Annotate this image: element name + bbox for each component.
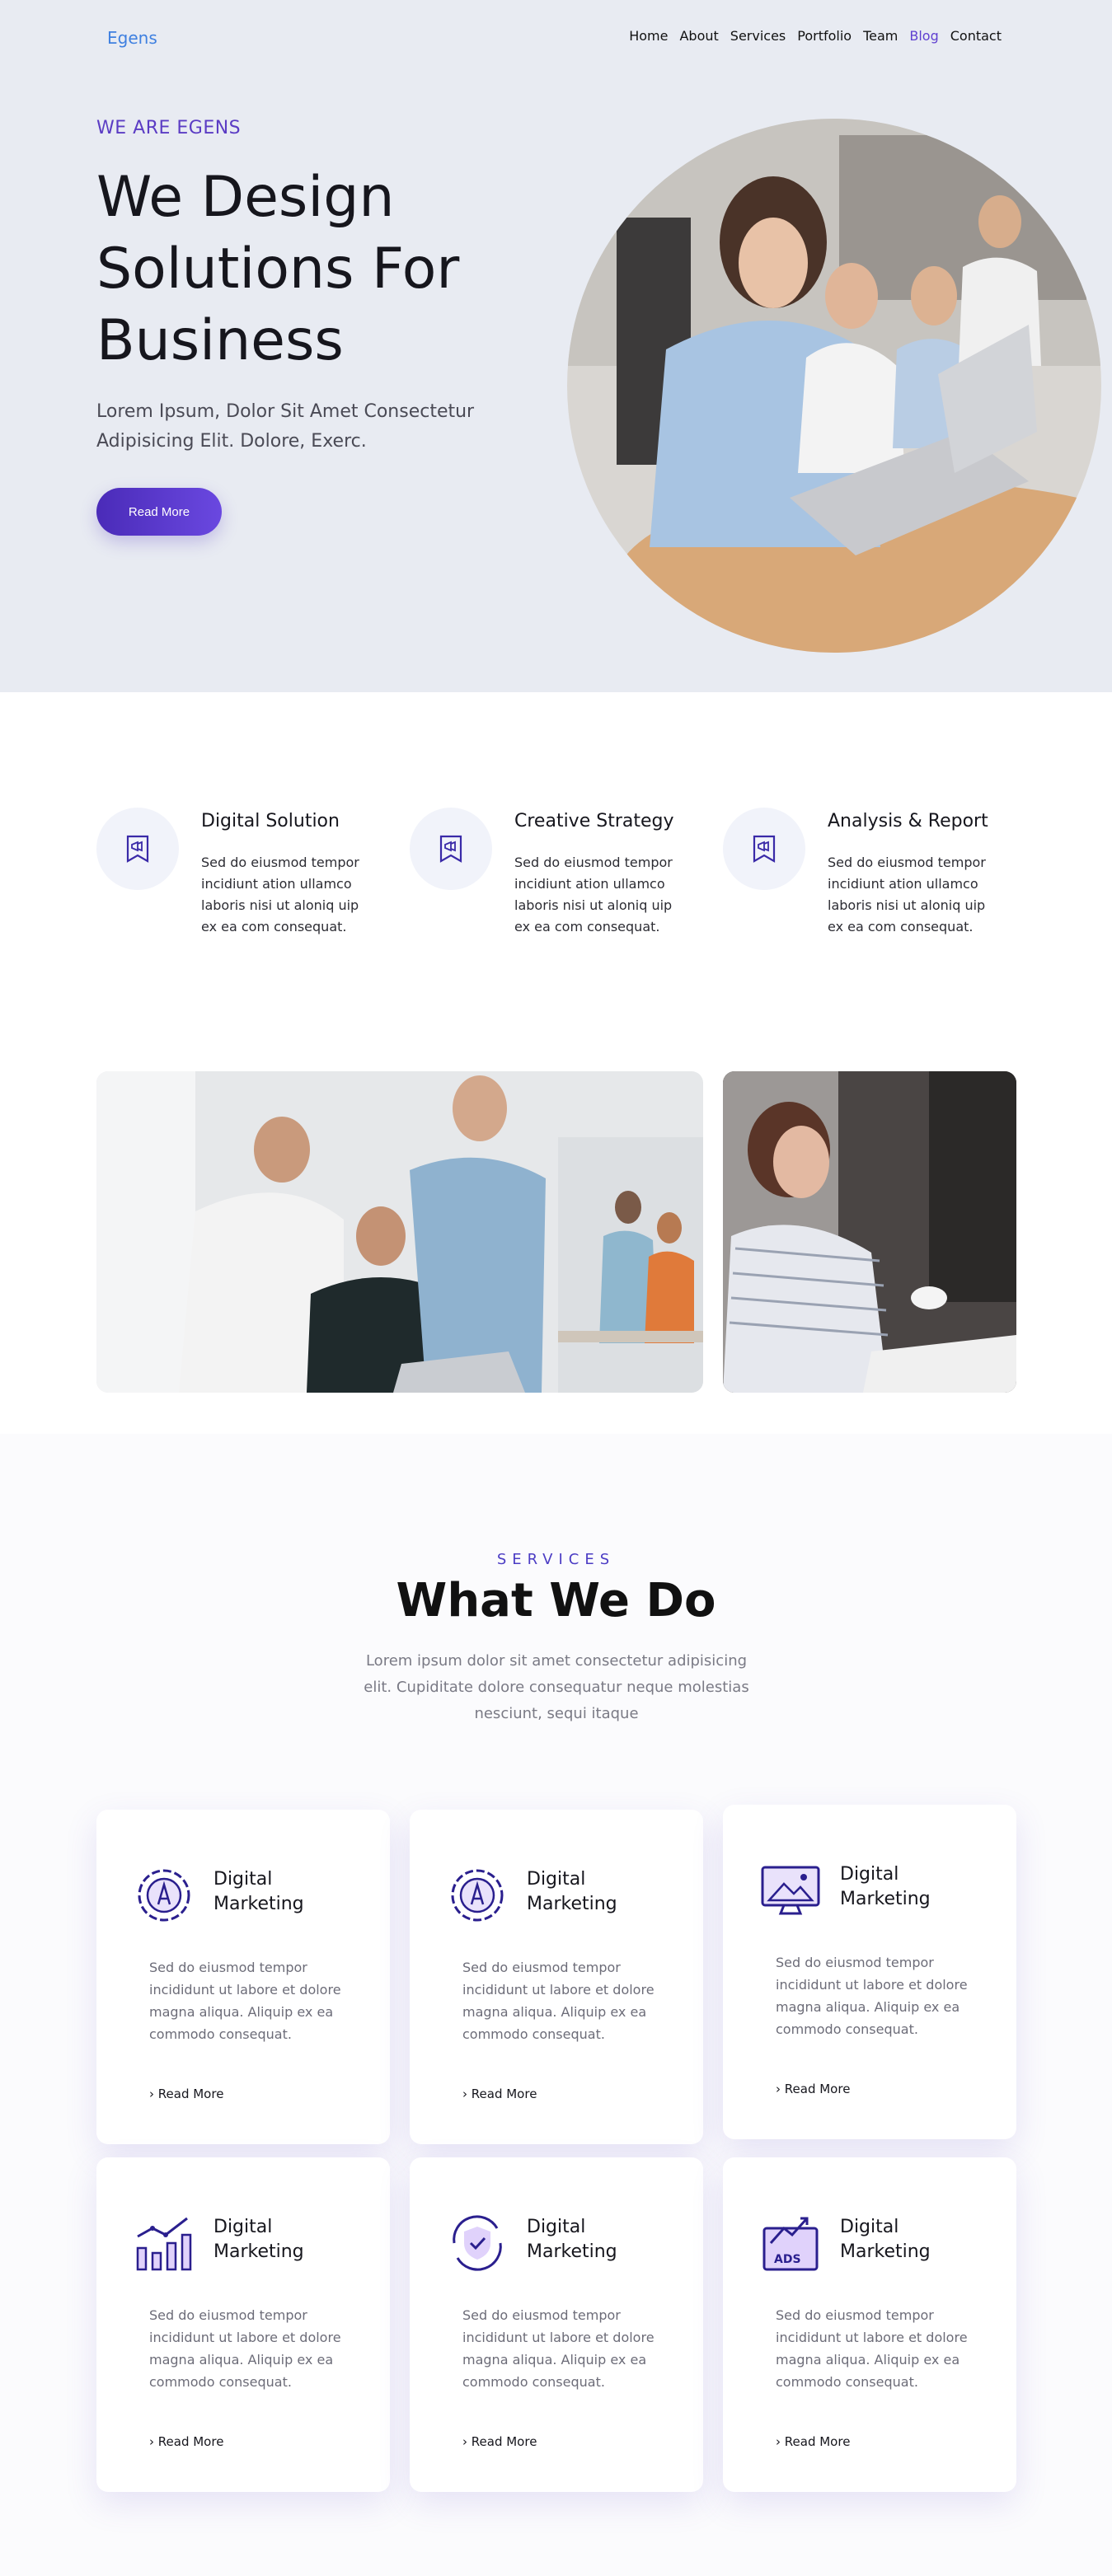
service-read-more-link[interactable]: › Read More [462, 2087, 537, 2101]
bar-chart-growth-icon [136, 2217, 192, 2271]
service-card-title: Digital Marketing [527, 1869, 617, 1914]
gear-pen-icon [138, 1869, 190, 1922]
service-card-text: Sed do eiusmod tempor incididunt ut labo… [776, 2307, 968, 2390]
service-card: Digital Marketing Sed do eiusmod tempor … [410, 1810, 703, 2144]
team-meeting-photo [96, 1071, 703, 1393]
feature-creative-strategy: Creative Strategy Sed do eiusmod tempor … [410, 808, 715, 956]
feature-text: Sed do eiusmod tempor incidiunt ation ul… [201, 855, 359, 934]
services-subtitle: Lorem ipsum dolor sit amet consectetur a… [364, 1652, 749, 1722]
feature-analysis-report: Analysis & Report Sed do eiusmod tempor … [723, 808, 1028, 956]
feature-title: Analysis & Report [828, 811, 988, 831]
feature-title: Digital Solution [201, 811, 340, 831]
shield-check-icon [453, 2215, 502, 2271]
nav-home[interactable]: Home [629, 28, 668, 44]
nav-services[interactable]: Services [730, 28, 786, 44]
service-card: Digital Marketing Sed do eiusmod tempor … [96, 2157, 390, 2492]
hero-eyebrow: WE ARE EGENS [96, 118, 242, 138]
hero-subtitle: Lorem Ipsum, Dolor Sit Amet Consectetur … [96, 401, 475, 452]
service-card-text: Sed do eiusmod tempor incididunt ut labo… [462, 1960, 655, 2042]
service-read-more-link[interactable]: › Read More [149, 2087, 223, 2101]
service-card-text: Sed do eiusmod tempor incididunt ut labo… [776, 1955, 968, 2037]
megaphone-ribbon-icon [126, 835, 149, 863]
hero-title: We Design Solutions For Business [96, 165, 460, 373]
chevron-right-icon: › [776, 2082, 785, 2096]
hero-section: Egens Home About Services Portfolio Team… [0, 0, 1112, 692]
gear-pen-icon [451, 1869, 504, 1922]
nav-blog[interactable]: Blog [909, 28, 938, 44]
chevron-right-icon: › [776, 2434, 785, 2449]
main-menu: Home About Services Portfolio Team Blog … [629, 28, 1002, 44]
read-more-label: Read More [784, 2082, 851, 2096]
read-more-label: Read More [157, 2087, 224, 2101]
service-card-title: Digital Marketing [840, 1864, 931, 1909]
hero-read-more-button[interactable]: Read More [96, 488, 222, 536]
service-card: Digital Marketing Sed do eiusmod tempor … [723, 1805, 1016, 2139]
gallery-section [0, 1055, 1112, 1434]
nav-portfolio[interactable]: Portfolio [797, 28, 852, 44]
feature-icon-circle [410, 808, 492, 890]
feature-text: Sed do eiusmod tempor incidiunt ation ul… [828, 855, 986, 934]
feature-icon-circle [723, 808, 805, 890]
chevron-right-icon: › [149, 2087, 158, 2101]
service-read-more-link[interactable]: › Read More [776, 2434, 850, 2449]
features-section: Digital Solution Sed do eiusmod tempor i… [0, 692, 1112, 1055]
read-more-label: Read More [157, 2434, 224, 2449]
nav-contact[interactable]: Contact [950, 28, 1002, 44]
chevron-right-icon: › [462, 2087, 472, 2101]
feature-icon-circle [96, 808, 179, 890]
service-card: Digital Marketing Sed do eiusmod tempor … [96, 1810, 390, 2144]
hero-team-photo [567, 119, 1101, 653]
read-more-label: Read More [471, 2434, 537, 2449]
service-card-title: Digital Marketing [527, 2217, 617, 2262]
chevron-right-icon: › [462, 2434, 472, 2449]
feature-title: Creative Strategy [514, 811, 674, 831]
monitor-image-icon [761, 1866, 820, 1915]
logo[interactable]: Egens [107, 28, 157, 48]
chevron-right-icon: › [149, 2434, 158, 2449]
service-card-text: Sed do eiusmod tempor incididunt ut labo… [462, 2307, 655, 2390]
feature-text: Sed do eiusmod tempor incidiunt ation ul… [514, 855, 673, 934]
ads-growth-icon: ADS [762, 2217, 819, 2271]
nav-about[interactable]: About [679, 28, 718, 44]
service-card-title: Digital Marketing [213, 2217, 304, 2262]
top-nav: Egens Home About Services Portfolio Team… [0, 0, 1112, 74]
read-more-label: Read More [471, 2087, 537, 2101]
service-card-title: Digital Marketing [840, 2217, 931, 2262]
megaphone-ribbon-icon [439, 835, 462, 863]
service-card-text: Sed do eiusmod tempor incididunt ut labo… [149, 2307, 341, 2390]
service-card-title: Digital Marketing [213, 1869, 304, 1914]
megaphone-ribbon-icon [753, 835, 776, 863]
service-card: Digital Marketing Sed do eiusmod tempor … [410, 2157, 703, 2492]
service-read-more-link[interactable]: › Read More [149, 2434, 223, 2449]
services-section: SERVICES What We Do Lorem ipsum dolor si… [0, 1434, 1112, 2576]
services-title: What We Do [396, 1574, 716, 1628]
service-card: ADS Digital Marketing Sed do eiusmod tem… [723, 2157, 1016, 2492]
service-read-more-link[interactable]: › Read More [776, 2082, 850, 2096]
read-more-label: Read More [784, 2434, 851, 2449]
services-eyebrow: SERVICES [496, 1551, 616, 1568]
nav-team[interactable]: Team [863, 28, 898, 44]
svg-text:ADS: ADS [774, 2253, 801, 2266]
service-read-more-link[interactable]: › Read More [462, 2434, 537, 2449]
feature-digital-solution: Digital Solution Sed do eiusmod tempor i… [96, 808, 401, 956]
woman-on-phone-photo [723, 1071, 1016, 1393]
service-card-text: Sed do eiusmod tempor incididunt ut labo… [149, 1960, 341, 2042]
